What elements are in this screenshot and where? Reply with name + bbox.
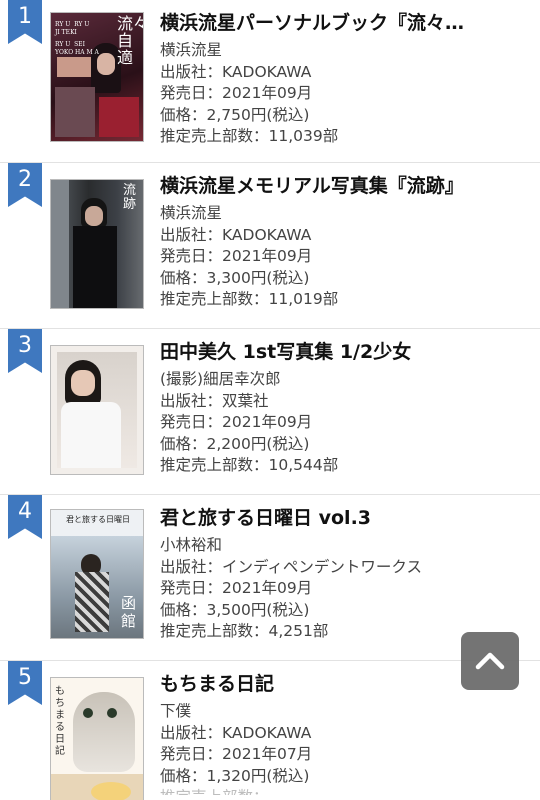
label: 推定売上部数： [160,456,269,475]
book-publisher: 出版社：双葉社 [160,391,530,413]
list-item[interactable]: 2 流跡 横浜流星メモリアル写真集『流跡』 横浜流星 出版社：KADOKAWA … [0,163,540,329]
value: 2021年09月 [222,247,313,266]
value: KADOKAWA [222,723,312,742]
value: KADOKAWA [222,62,312,81]
book-author: 横浜流星 [160,41,223,59]
cover-title: 流跡 [123,183,137,212]
list-item[interactable]: 3 田中美久 1st写真集 1/2少女 (撮影)細居幸次郎 出版社：双葉社 発売… [0,329,540,495]
label: 価格： [160,268,207,287]
book-info: 横浜流星パーソナルブック『流々… 横浜流星 出版社：KADOKAWA 発売日：2… [160,0,530,148]
rank-badge: 4 [8,495,42,539]
book-title[interactable]: 横浜流星メモリアル写真集『流跡』 [160,173,530,199]
book-info: 横浜流星メモリアル写真集『流跡』 横浜流星 出版社：KADOKAWA 発売日：2… [160,163,530,311]
book-price: 価格：2,200円(税込) [160,434,530,456]
label: 推定売上部数： [160,127,269,146]
value: 11,039部 [268,127,339,146]
book-release: 発売日：2021年09月 [160,578,530,600]
label: 価格： [160,434,207,453]
label: 推定売上部数： [160,788,269,795]
label: 価格： [160,600,207,619]
label: 推定売上部数： [160,622,269,641]
book-author: (撮影)細居幸次郎 [160,370,281,388]
value: 2021年07月 [222,745,313,764]
value: 双葉社 [222,391,269,410]
book-cover[interactable] [50,345,144,475]
cover-title: 君と旅する日曜日 [66,515,130,524]
value: 11,019部 [268,290,339,309]
book-cover[interactable]: 君と旅する日曜日 函館 [50,509,144,639]
chevron-up-icon [475,652,505,670]
label: 推定売上部数： [160,290,269,309]
book-price: 価格：2,750円(税込) [160,105,530,127]
cover-subtitle: RY U SEI YOKO HA M A [55,41,99,56]
label: 発売日： [160,247,223,266]
label: 出版社： [160,557,223,576]
rank-badge: 2 [8,163,42,207]
book-publisher: 出版社：KADOKAWA [160,723,530,745]
value: 2,750円(税込) [206,105,310,124]
rank-badge: 5 [8,661,42,705]
book-release: 発売日：2021年09月 [160,412,530,434]
label: 発売日： [160,84,223,103]
label: 発売日： [160,579,223,598]
label: 出版社： [160,723,223,742]
value: 2021年09月 [222,579,313,598]
book-price: 価格：1,320円(税込) [160,766,530,788]
book-release: 発売日：2021年09月 [160,83,530,105]
book-price: 価格：3,300円(税込) [160,268,530,290]
value: インディペンデントワークス [222,557,422,576]
book-cover[interactable]: 流々自適 RY U RY U JI TEKI RY U SEI YOKO HA … [50,12,144,142]
rank-badge: 3 [8,329,42,373]
book-info: 田中美久 1st写真集 1/2少女 (撮影)細居幸次郎 出版社：双葉社 発売日：… [160,329,530,477]
label: 発売日： [160,745,223,764]
cover-subtitle: 函館 [121,594,137,630]
book-sales: 推定売上部数：11,039部 [160,126,530,148]
label: 価格： [160,766,207,785]
cover-subtitle: RY U RY U JI TEKI [55,21,90,36]
book-release: 発売日：2021年09月 [160,246,530,268]
book-sales: 推定売上部数：11,019部 [160,289,530,311]
label: 出版社： [160,391,223,410]
ranking-list: 1 流々自適 RY U RY U JI TEKI RY U SEI YOKO H… [0,0,540,800]
book-info: 君と旅する日曜日 vol.3 小林裕和 出版社：インディペンデントワークス 発売… [160,495,530,643]
book-sales: 推定売上部数：10,544部 [160,455,530,477]
value: 2021年09月 [222,413,313,432]
label: 発売日： [160,413,223,432]
book-sales: 推定売上部数： [160,787,530,795]
book-author: 小林裕和 [160,536,223,554]
book-price: 価格：3,500円(税込) [160,600,530,622]
value: 3,500円(税込) [206,600,310,619]
cover-title: 流々自適 [117,14,143,67]
label: 出版社： [160,62,223,81]
scroll-to-top-button[interactable] [461,632,519,690]
label: 出版社： [160,225,223,244]
value: KADOKAWA [222,225,312,244]
list-item[interactable]: 1 流々自適 RY U RY U JI TEKI RY U SEI YOKO H… [0,0,540,163]
rank-badge: 1 [8,0,42,44]
book-author: 下僕 [160,702,192,720]
book-cover[interactable]: もちまる日記 [50,677,144,800]
list-item[interactable]: 5 もちまる日記 もちまる日記 下僕 出版社：KADOKAWA 発売日：2021… [0,661,540,800]
value: 1,320円(税込) [206,766,310,785]
book-cover[interactable]: 流跡 [50,179,144,309]
cover-title: もちまる日記 [55,686,65,757]
book-author: 横浜流星 [160,204,223,222]
book-title[interactable]: 横浜流星パーソナルブック『流々… [160,10,530,36]
book-publisher: 出版社：インディペンデントワークス [160,557,530,579]
value: 3,300円(税込) [206,268,310,287]
book-release: 発売日：2021年07月 [160,744,530,766]
label: 価格： [160,105,207,124]
value: 10,544部 [268,456,339,475]
value: 2,200円(税込) [206,434,310,453]
value: 4,251部 [268,622,329,641]
book-publisher: 出版社：KADOKAWA [160,62,530,84]
value: 2021年09月 [222,84,313,103]
book-publisher: 出版社：KADOKAWA [160,225,530,247]
list-item[interactable]: 4 君と旅する日曜日 函館 君と旅する日曜日 vol.3 小林裕和 出版社：イン… [0,495,540,661]
book-title[interactable]: 田中美久 1st写真集 1/2少女 [160,339,530,365]
book-title[interactable]: 君と旅する日曜日 vol.3 [160,505,530,531]
